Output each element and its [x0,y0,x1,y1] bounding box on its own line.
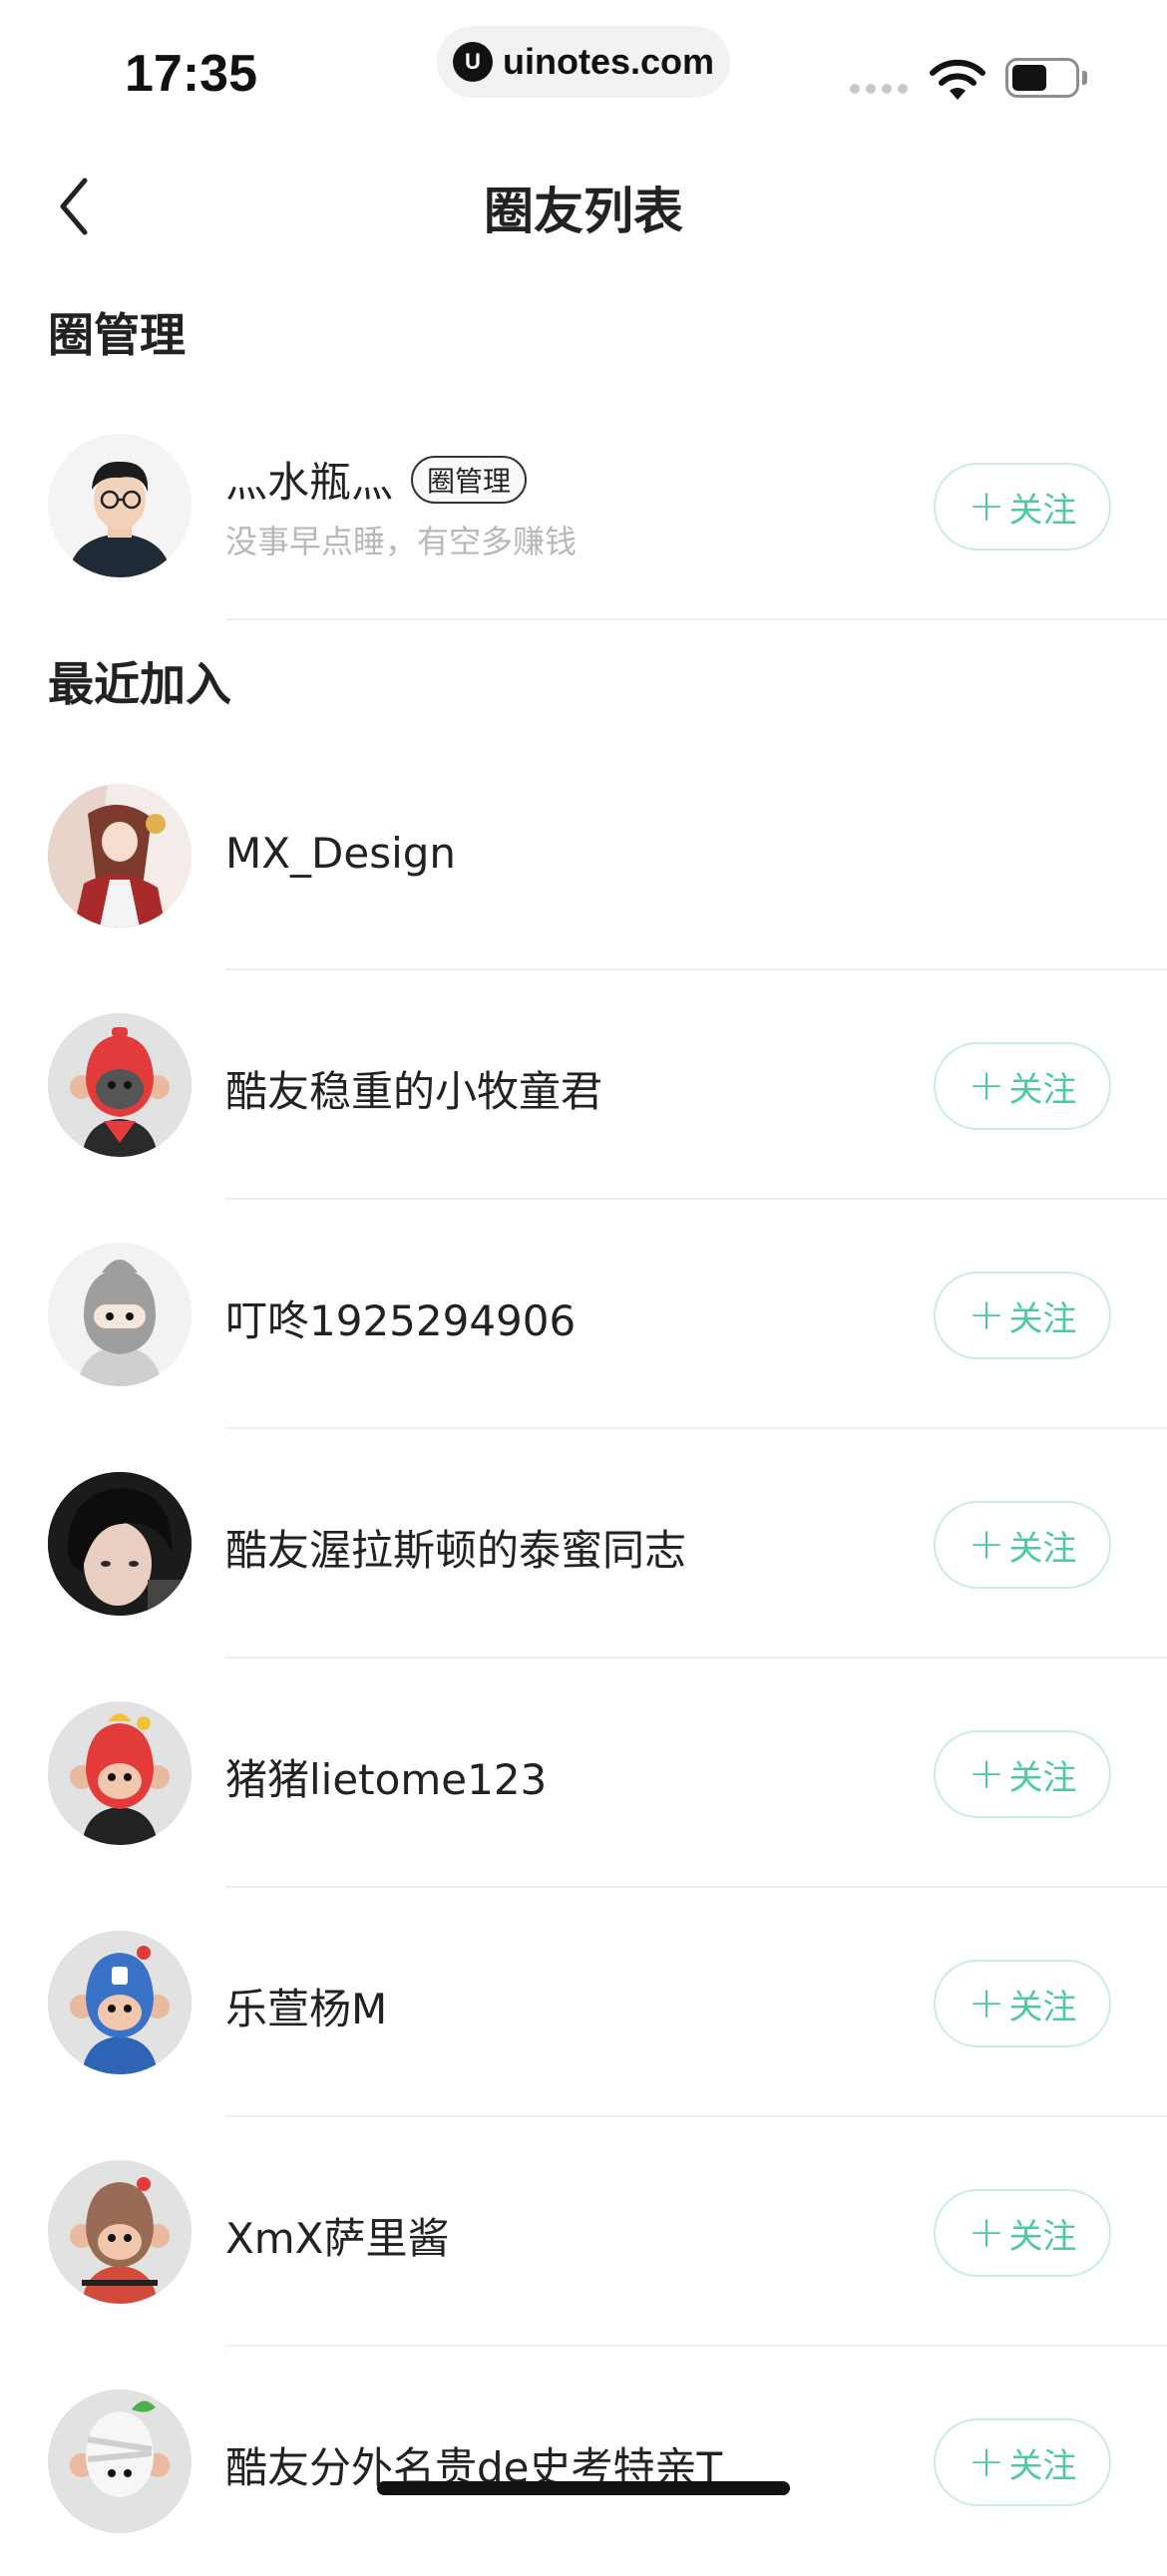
plus-icon: + [968,481,1005,532]
avatar[interactable] [48,1243,192,1386]
plus-icon: + [968,2436,1005,2487]
member-name: 叮咚1925294906 [225,1296,577,1345]
battery-icon [1005,58,1087,98]
avatar[interactable] [48,434,192,577]
cellular-signal-icon [850,84,908,94]
avatar[interactable] [48,1013,192,1157]
member-row-admin[interactable]: 灬水瓶灬 圈管理 没事早点睡，有空多赚钱 + 关注 [0,391,1167,620]
avatar[interactable] [48,2390,192,2533]
member-row[interactable]: 酷友渥拉斯顿的泰蜜同志 + 关注 [0,1429,1167,1658]
avatar[interactable] [48,1931,192,2074]
member-signature: 没事早点睡，有空多赚钱 [225,523,578,560]
watermark-text: uinotes.com [502,41,715,82]
watermark-logo-icon: U [452,42,493,82]
wifi-icon [930,59,985,100]
plus-icon: + [968,1289,1005,1340]
follow-button[interactable]: + 关注 [934,2189,1111,2277]
member-row[interactable]: MX_Design [0,741,1167,970]
watermark-pill: U uinotes.com [437,26,730,98]
follow-button[interactable]: + 关注 [934,1042,1111,1130]
home-indicator[interactable] [377,2481,790,2495]
avatar[interactable] [48,2160,192,2304]
plus-icon: + [968,1519,1005,1570]
follow-button[interactable]: + 关注 [934,1272,1111,1359]
section-title-admin: 圈管理 [48,308,186,362]
member-name: 酷友渥拉斯顿的泰蜜同志 [225,1526,687,1575]
status-bar: 17:35 U uinotes.com [0,0,1167,150]
status-time: 17:35 [125,45,257,103]
member-row[interactable]: 乐萱杨M + 关注 [0,1888,1167,2117]
section-title-recent: 最近加入 [48,657,231,711]
avatar[interactable] [48,1701,192,1845]
plus-icon: + [968,1978,1005,2028]
follow-button[interactable]: + 关注 [934,1730,1111,1818]
admin-badge: 圈管理 [411,456,528,504]
member-name: 灬水瓶灬 圈管理 [225,449,528,510]
follow-button[interactable]: + 关注 [934,1501,1111,1589]
divider [225,618,1167,620]
member-row[interactable]: 酷友稳重的小牧童君 + 关注 [0,970,1167,1200]
follow-button[interactable]: + 关注 [934,2418,1111,2506]
member-name: MX_Design [225,829,457,878]
avatar[interactable] [48,1472,192,1616]
member-name: 乐萱杨M [225,1985,388,2033]
member-name: 酷友稳重的小牧童君 [225,1067,603,1116]
plus-icon: + [968,2207,1005,2258]
follow-button[interactable]: + 关注 [934,1960,1111,2047]
member-name: XmX萨里酱 [225,2214,450,2263]
nav-bar: 圈友列表 [0,150,1167,265]
plus-icon: + [968,1748,1005,1799]
member-row[interactable]: XmX萨里酱 + 关注 [0,2117,1167,2347]
member-name: 猪猪lietome123 [225,1755,548,1804]
avatar[interactable] [48,784,192,927]
member-row[interactable]: 酷友分外名贵de史考特亲T + 关注 [0,2347,1167,2576]
member-row[interactable]: 猪猪lietome123 + 关注 [0,1658,1167,1888]
plus-icon: + [968,1060,1005,1111]
follow-button[interactable]: + 关注 [934,463,1111,551]
member-row[interactable]: 叮咚1925294906 + 关注 [0,1200,1167,1429]
page-title: 圈友列表 [484,183,683,240]
